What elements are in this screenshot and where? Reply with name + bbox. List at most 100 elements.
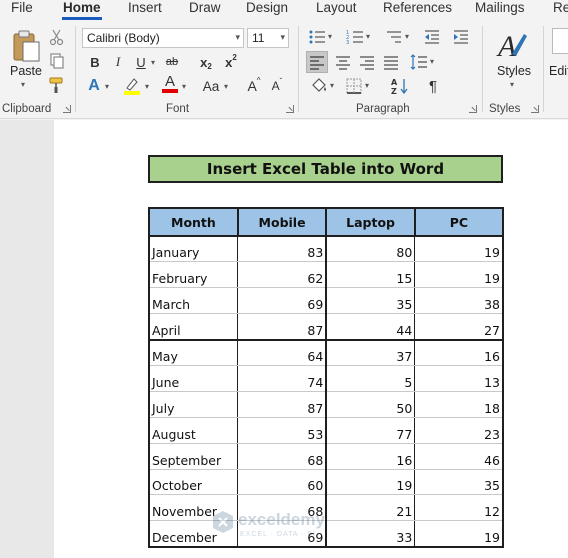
paste-dropdown-icon[interactable]: ▾ bbox=[21, 80, 25, 89]
text-effects-dropdown-icon[interactable]: ▾ bbox=[105, 82, 109, 91]
multilevel-list-button[interactable]: ▾ bbox=[385, 28, 411, 48]
tab-review[interactable]: Re bbox=[553, 0, 568, 16]
month-cell[interactable]: July bbox=[148, 391, 239, 418]
paragraph-launcher-icon[interactable] bbox=[469, 105, 477, 113]
shrink-font-button[interactable]: Aˇ bbox=[268, 76, 286, 96]
tab-insert[interactable]: Insert bbox=[128, 0, 162, 16]
month-cell[interactable]: January bbox=[148, 236, 239, 263]
justify-button[interactable] bbox=[381, 52, 401, 72]
value-cell[interactable]: 19 bbox=[414, 236, 505, 263]
tab-design[interactable]: Design bbox=[246, 0, 288, 16]
table-row[interactable]: October 60 19 35 bbox=[148, 469, 505, 496]
font-launcher-icon[interactable] bbox=[286, 105, 294, 113]
value-cell[interactable]: 15 bbox=[325, 261, 416, 289]
table-row[interactable]: July 87 50 18 bbox=[148, 391, 505, 418]
value-cell[interactable]: 44 bbox=[325, 313, 416, 341]
value-cell[interactable]: 33 bbox=[325, 520, 416, 548]
styles-button[interactable]: A Styles ▾ bbox=[492, 28, 532, 94]
sort-button[interactable]: AZ bbox=[390, 76, 412, 96]
font-color-dropdown-icon[interactable]: ▾ bbox=[182, 82, 186, 91]
value-cell[interactable]: 21 bbox=[325, 494, 416, 522]
embedded-excel-table[interactable]: Month Mobile Laptop PC January 83 80 19 Febr… bbox=[148, 207, 505, 548]
value-cell[interactable]: 46 bbox=[414, 443, 505, 470]
borders-button[interactable]: ▾ bbox=[344, 76, 372, 96]
month-cell[interactable]: April bbox=[148, 313, 239, 341]
value-cell[interactable]: 13 bbox=[414, 365, 505, 392]
chevron-down-icon[interactable]: ▾ bbox=[405, 32, 409, 41]
table-row[interactable]: November 68 21 12 bbox=[148, 494, 505, 522]
numbering-button[interactable]: 123 ▾ bbox=[346, 28, 372, 48]
highlight-button[interactable] bbox=[121, 76, 143, 96]
underline-dropdown-icon[interactable]: ▾ bbox=[151, 58, 155, 67]
month-cell[interactable]: September bbox=[148, 443, 239, 470]
table-row[interactable]: January 83 80 19 bbox=[148, 236, 505, 263]
value-cell[interactable]: 62 bbox=[237, 261, 328, 289]
value-cell[interactable]: 69 bbox=[237, 287, 328, 315]
underline-button[interactable]: U bbox=[132, 52, 150, 72]
chevron-down-icon[interactable]: ▾ bbox=[328, 32, 332, 41]
value-cell[interactable]: 12 bbox=[414, 494, 505, 522]
table-row[interactable]: April 87 44 27 bbox=[148, 313, 505, 341]
text-effects-button[interactable]: A bbox=[84, 76, 104, 96]
month-cell[interactable]: October bbox=[148, 469, 239, 496]
value-cell[interactable]: 87 bbox=[237, 313, 328, 341]
increase-indent-button[interactable] bbox=[452, 28, 470, 48]
table-row[interactable]: August 53 77 23 bbox=[148, 417, 505, 444]
italic-button[interactable]: I bbox=[109, 52, 127, 72]
chevron-down-icon[interactable]: ▾ bbox=[430, 57, 434, 66]
month-cell[interactable]: November bbox=[148, 494, 239, 522]
highlight-dropdown-icon[interactable]: ▾ bbox=[145, 82, 149, 91]
tab-draw[interactable]: Draw bbox=[189, 0, 221, 16]
value-cell[interactable]: 5 bbox=[325, 365, 416, 392]
month-cell[interactable]: June bbox=[148, 365, 239, 392]
table-row[interactable]: June 74 5 13 bbox=[148, 365, 505, 392]
value-cell[interactable]: 50 bbox=[325, 391, 416, 418]
table-row[interactable]: December 69 33 19 bbox=[148, 520, 505, 548]
bold-button[interactable]: B bbox=[86, 52, 104, 72]
value-cell[interactable]: 69 bbox=[237, 520, 328, 548]
align-center-button[interactable] bbox=[333, 52, 353, 72]
value-cell[interactable]: 16 bbox=[414, 339, 505, 366]
value-cell[interactable]: 19 bbox=[414, 261, 505, 289]
subscript-button[interactable]: x2 bbox=[196, 52, 216, 72]
value-cell[interactable]: 68 bbox=[237, 494, 328, 522]
value-cell[interactable]: 77 bbox=[325, 417, 416, 444]
change-case-dropdown-icon[interactable]: ▾ bbox=[224, 82, 228, 91]
table-row[interactable]: September 68 16 46 bbox=[148, 443, 505, 470]
font-color-button[interactable]: A bbox=[160, 74, 180, 94]
value-cell[interactable]: 64 bbox=[237, 339, 328, 366]
clipboard-launcher-icon[interactable] bbox=[63, 105, 71, 113]
value-cell[interactable]: 19 bbox=[414, 520, 505, 548]
value-cell[interactable]: 53 bbox=[237, 417, 328, 444]
month-cell[interactable]: March bbox=[148, 287, 239, 315]
value-cell[interactable]: 19 bbox=[325, 469, 416, 496]
copy-icon[interactable] bbox=[48, 52, 66, 70]
line-spacing-button[interactable]: ▾ bbox=[409, 52, 439, 72]
editing-button[interactable]: Edit bbox=[549, 28, 568, 94]
styles-dropdown-icon[interactable]: ▾ bbox=[510, 80, 514, 89]
align-left-button[interactable] bbox=[306, 51, 328, 73]
chevron-down-icon[interactable]: ▾ bbox=[365, 81, 369, 90]
month-cell[interactable]: August bbox=[148, 417, 239, 444]
change-case-button[interactable]: Aa bbox=[200, 76, 222, 96]
value-cell[interactable]: 60 bbox=[237, 469, 328, 496]
chevron-down-icon[interactable]: ▾ bbox=[280, 32, 285, 43]
styles-launcher-icon[interactable] bbox=[531, 105, 539, 113]
table-row[interactable]: March 69 35 38 bbox=[148, 287, 505, 315]
value-cell[interactable]: 74 bbox=[237, 365, 328, 392]
value-cell[interactable]: 87 bbox=[237, 391, 328, 418]
tab-layout[interactable]: Layout bbox=[316, 0, 357, 16]
value-cell[interactable]: 35 bbox=[325, 287, 416, 315]
value-cell[interactable]: 68 bbox=[237, 443, 328, 470]
value-cell[interactable]: 83 bbox=[237, 236, 328, 263]
tab-file[interactable]: File bbox=[11, 0, 33, 16]
font-name-field[interactable]: Calibri (Body) ▾ bbox=[82, 28, 244, 48]
value-cell[interactable]: 27 bbox=[414, 313, 505, 341]
value-cell[interactable]: 23 bbox=[414, 417, 505, 444]
value-cell[interactable]: 80 bbox=[325, 236, 416, 263]
chevron-down-icon[interactable]: ▾ bbox=[235, 32, 240, 43]
month-cell[interactable]: February bbox=[148, 261, 239, 289]
value-cell[interactable]: 18 bbox=[414, 391, 505, 418]
value-cell[interactable]: 35 bbox=[414, 469, 505, 496]
tab-home[interactable]: Home bbox=[63, 0, 101, 16]
